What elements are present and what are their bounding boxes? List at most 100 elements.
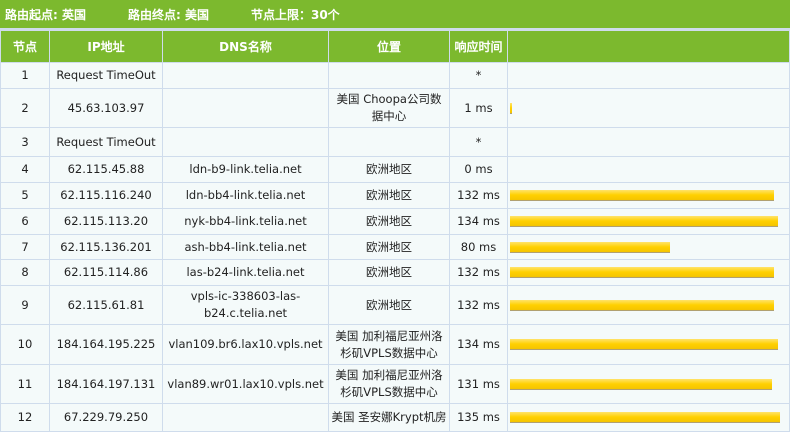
table-row: 10 184.164.195.225 vlan109.br6.lax10.vpls.… xyxy=(0,324,790,365)
hop-cell: 7 xyxy=(0,234,50,260)
hop-cell: 9 xyxy=(0,285,50,325)
table-row: 4 62.115.45.88 ldn-b9-link.telia.net 欧洲地区 0 … xyxy=(0,156,790,183)
hop-cell: 6 xyxy=(0,208,50,235)
table-row: 7 62.115.136.201 ash-bb4-link.telia.net 欧洲地… xyxy=(0,234,790,260)
trace-summary: 路由起点: 英国 路由终点: 美国 节点上限：30个 xyxy=(0,0,790,30)
table-row: 2 45.63.103.97 美国 Choopa公司数据中心 1 ms xyxy=(0,88,790,128)
location-cell: 美国 圣安娜Krypt机房 xyxy=(328,403,450,432)
hop-cell: 1 xyxy=(0,62,50,89)
ip-cell: Request TimeOut xyxy=(49,62,163,89)
latency-bar-cell xyxy=(507,324,790,365)
latency-bar xyxy=(510,412,780,423)
location-cell xyxy=(328,127,450,157)
latency-bar-cell xyxy=(507,234,790,260)
col-hop: 节点 xyxy=(0,30,50,63)
hop-cell: 4 xyxy=(0,156,50,183)
dns-cell xyxy=(162,62,329,89)
location-cell: 欧洲地区 xyxy=(328,234,450,260)
route-start: 路由起点: 英国 xyxy=(5,7,86,22)
latency-bar xyxy=(510,241,670,253)
ip-cell: 62.115.114.86 xyxy=(49,259,163,286)
table-row: 5 62.115.116.240 ldn-bb4-link.telia.net 欧洲地… xyxy=(0,182,790,209)
latency-bar-cell xyxy=(507,88,790,128)
dns-cell xyxy=(162,403,329,432)
dns-cell xyxy=(162,127,329,157)
table-row: 11 184.164.197.131 vlan89.wr01.lax10.vpls.… xyxy=(0,364,790,404)
ip-cell: 62.115.116.240 xyxy=(49,182,163,209)
ip-cell: 184.164.195.225 xyxy=(49,324,163,365)
dns-cell: ldn-bb4-link.telia.net xyxy=(162,182,329,209)
dns-cell: ash-bb4-link.telia.net xyxy=(162,234,329,260)
time-cell: 131 ms xyxy=(449,364,508,404)
dns-cell xyxy=(162,88,329,128)
time-cell: 1 ms xyxy=(449,88,508,128)
table-row: 9 62.115.61.81 vpls-ic-338603-las-b24.c.te… xyxy=(0,285,790,325)
latency-bar xyxy=(510,190,774,201)
hop-cell: 3 xyxy=(0,127,50,157)
hop-cell: 8 xyxy=(0,259,50,286)
hop-cell: 5 xyxy=(0,182,50,209)
ip-cell: 62.115.113.20 xyxy=(49,208,163,235)
time-cell: 132 ms xyxy=(449,259,508,286)
latency-bar-cell xyxy=(507,259,790,286)
location-cell: 欧洲地区 xyxy=(328,208,450,235)
time-cell: 134 ms xyxy=(449,324,508,365)
latency-bar-cell xyxy=(507,208,790,235)
latency-bar xyxy=(510,267,774,278)
hop-cell: 12 xyxy=(0,403,50,432)
col-location: 位置 xyxy=(328,30,450,63)
ip-cell: 62.115.136.201 xyxy=(49,234,163,260)
route-end: 路由终点: 美国 xyxy=(127,7,209,22)
latency-bar-cell xyxy=(507,127,790,157)
ip-cell: Request TimeOut xyxy=(49,127,163,157)
traceroute-table: 节点 IP地址 DNS名称 位置 响应时间 1 Request TimeOut * 2… xyxy=(0,30,790,432)
table-row: 3 Request TimeOut * xyxy=(0,127,790,157)
table-row: 6 62.115.113.20 nyk-bb4-link.telia.net 欧洲地区… xyxy=(0,208,790,235)
time-cell: 134 ms xyxy=(449,208,508,235)
dns-cell: nyk-bb4-link.telia.net xyxy=(162,208,329,235)
hop-cell: 10 xyxy=(0,324,50,365)
location-cell: 欧洲地区 xyxy=(328,182,450,209)
time-cell: 132 ms xyxy=(449,182,508,209)
latency-bar-cell xyxy=(507,182,790,209)
dns-cell: vpls-ic-338603-las-b24.c.telia.net xyxy=(162,285,329,325)
latency-bar-cell xyxy=(507,364,790,404)
table-header: 节点 IP地址 DNS名称 位置 响应时间 xyxy=(0,30,790,63)
ip-cell: 45.63.103.97 xyxy=(49,88,163,128)
ip-cell: 184.164.197.131 xyxy=(49,364,163,404)
table-row: 8 62.115.114.86 las-b24-link.telia.net 欧洲地区… xyxy=(0,259,790,286)
location-cell: 美国 加利福尼亚州洛杉矶VPLS数据中心 xyxy=(328,324,450,365)
time-cell: * xyxy=(449,62,508,89)
hop-cell: 11 xyxy=(0,364,50,404)
table-row: 1 Request TimeOut * xyxy=(0,62,790,89)
col-ip: IP地址 xyxy=(49,30,163,63)
col-time: 响应时间 xyxy=(449,30,508,63)
hop-cell: 2 xyxy=(0,88,50,128)
col-bar xyxy=(507,30,790,63)
time-cell: 0 ms xyxy=(449,156,508,183)
location-cell xyxy=(328,62,450,89)
dns-cell: vlan89.wr01.lax10.vpls.net xyxy=(162,364,329,404)
ip-cell: 62.115.45.88 xyxy=(49,156,163,183)
table-row: 12 67.229.79.250 美国 圣安娜Krypt机房 135 ms xyxy=(0,403,790,432)
location-cell: 欧洲地区 xyxy=(328,285,450,325)
location-cell: 美国 Choopa公司数据中心 xyxy=(328,88,450,128)
col-dns: DNS名称 xyxy=(162,30,329,63)
location-cell: 美国 加利福尼亚州洛杉矶VPLS数据中心 xyxy=(328,364,450,404)
node-limit: 节点上限：30个 xyxy=(250,7,340,22)
dns-cell: vlan109.br6.lax10.vpls.net xyxy=(162,324,329,365)
time-cell: 80 ms xyxy=(449,234,508,260)
time-cell: 132 ms xyxy=(449,285,508,325)
latency-bar-cell xyxy=(507,285,790,325)
latency-bar xyxy=(510,216,778,227)
latency-bar xyxy=(510,299,774,311)
time-cell: * xyxy=(449,127,508,157)
latency-bar xyxy=(510,102,512,114)
latency-bar xyxy=(510,378,772,390)
time-cell: 135 ms xyxy=(449,403,508,432)
location-cell: 欧洲地区 xyxy=(328,156,450,183)
latency-bar xyxy=(510,339,778,350)
location-cell: 欧洲地区 xyxy=(328,259,450,286)
dns-cell: las-b24-link.telia.net xyxy=(162,259,329,286)
latency-bar-cell xyxy=(507,62,790,89)
